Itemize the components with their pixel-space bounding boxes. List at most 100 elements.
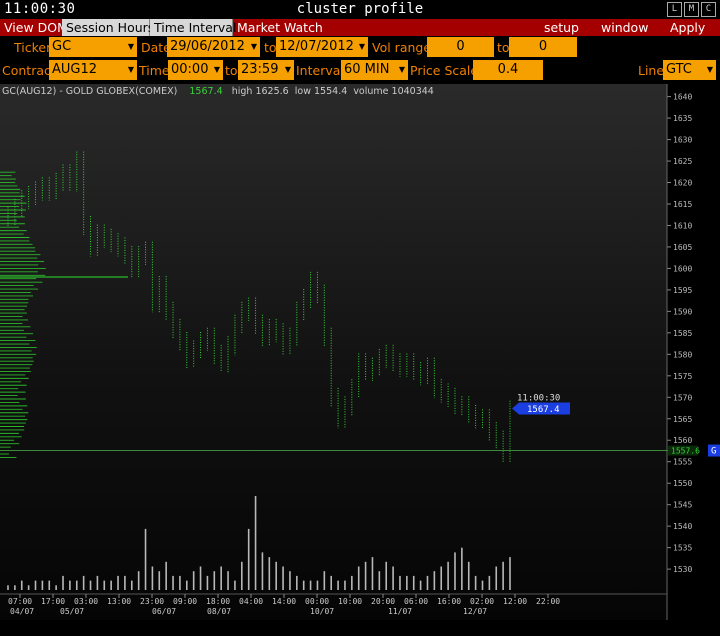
date-to-select[interactable]: 12/07/2012 ▼ <box>276 37 368 57</box>
x-date-label: 11/07 <box>388 607 412 616</box>
time-interval-tab[interactable]: Time Interval <box>150 19 236 37</box>
volume-bar <box>14 585 16 590</box>
volume-bar <box>467 561 470 590</box>
time-from-select[interactable]: 00:00 ▼ <box>168 60 223 80</box>
x-date-label: 05/07 <box>60 607 84 616</box>
volume-bar <box>447 561 449 590</box>
apply-button[interactable]: Apply <box>666 19 710 37</box>
price-scale-label: Price Scale <box>410 63 479 78</box>
x-date-label: 06/07 <box>152 607 176 616</box>
x-tick-label: 13:00 <box>107 597 131 606</box>
volume-bar <box>206 575 209 590</box>
time-to-label: to <box>225 63 238 78</box>
volume-bar <box>275 561 277 590</box>
volume-bar <box>378 571 381 590</box>
volume-bar <box>488 575 491 590</box>
form-row-2: Contract AUG12 ▼ Time 00:00 ▼ to 23:59 ▼ In… <box>0 59 720 83</box>
chevron-down-icon: ▼ <box>127 65 134 74</box>
view-dom-tab[interactable]: View DOM <box>0 19 68 37</box>
y-tick-label: 1550 <box>673 479 692 488</box>
y-tick-label: 1580 <box>673 350 692 359</box>
date-to-value: 12/07/2012 <box>279 39 354 54</box>
volume-value: 1040344 <box>391 86 434 97</box>
volume-bar <box>62 575 64 590</box>
ticker-label: Ticker <box>14 40 52 55</box>
contract-select[interactable]: AUG12 ▼ <box>49 60 137 80</box>
y-tick-label: 1540 <box>673 522 692 531</box>
x-tick-label: 12:00 <box>503 597 527 606</box>
gtc-tag-letter: G <box>711 447 716 457</box>
form-row-1: Ticker GC ▼ Date 29/06/2012 ▼ to 12/07/201… <box>0 36 720 60</box>
setup-button[interactable]: setup <box>540 19 584 37</box>
volume-bar <box>110 580 112 590</box>
time-to-select[interactable]: 23:59 ▼ <box>238 60 294 80</box>
volume-bar <box>495 566 498 590</box>
chart-area[interactable]: 1530 1535 1540 1545 1550 1555 1560 1565 1570 1575… <box>0 84 720 632</box>
y-tick-label: 1640 <box>673 93 692 102</box>
interval-select[interactable]: 60 MIN ▼ <box>341 60 408 80</box>
volume-bar <box>282 566 284 590</box>
y-tick-label: 1575 <box>673 372 692 381</box>
date-to-label: to <box>264 40 277 55</box>
volume-bar <box>337 580 339 590</box>
volume-bar <box>20 580 23 590</box>
price-chart[interactable]: 1530 1535 1540 1545 1550 1555 1560 1565 1570 1575… <box>0 84 720 632</box>
session-hours-tab[interactable]: Session Hours <box>62 19 154 37</box>
close-button[interactable]: C <box>701 2 716 17</box>
volume-bar <box>89 580 92 590</box>
volume-bar <box>261 552 264 590</box>
chevron-down-icon: ▼ <box>706 65 713 74</box>
x-tick-label: 03:00 <box>74 597 98 606</box>
y-tick-label: 1555 <box>673 458 692 467</box>
volume-bar <box>392 566 394 590</box>
vol-to-label: to <box>497 40 510 55</box>
chevron-down-icon: ▼ <box>284 65 291 74</box>
chart-info: GC(AUG12) - GOLD GLOBEX(COMEX) 1567.4 hi… <box>2 86 434 97</box>
y-tick-label: 1635 <box>673 114 692 123</box>
minimize-button[interactable]: M <box>684 2 699 17</box>
line-label: Line <box>638 63 665 78</box>
date-from-select[interactable]: 29/06/2012 ▼ <box>167 37 260 57</box>
y-tick-label: 1620 <box>673 179 692 188</box>
low-value: 1554.4 <box>314 86 348 97</box>
volume-bar <box>199 566 202 590</box>
volume-bar <box>103 580 106 590</box>
window-menu-button[interactable]: window <box>597 19 651 37</box>
link-button[interactable]: L <box>667 2 682 17</box>
plot-background <box>0 84 667 620</box>
vol-from-input[interactable]: 0 <box>427 37 494 57</box>
volume-bar <box>144 528 147 590</box>
y-tick-label: 1595 <box>673 286 692 295</box>
volume-bar <box>55 585 57 590</box>
volume-bar <box>179 575 181 590</box>
volume-bar <box>351 575 353 590</box>
market-watch-tab[interactable]: Market Watch <box>233 19 323 37</box>
line-select[interactable]: GTC ▼ <box>663 60 716 80</box>
x-tick-label: 18:00 <box>206 597 230 606</box>
volume-bar <box>426 575 429 590</box>
volume-bar <box>254 496 257 590</box>
current-time-label: 11:00:30 <box>517 393 560 403</box>
y-tick-label: 1560 <box>673 436 692 445</box>
volume-bar <box>296 575 298 590</box>
y-tick-label: 1565 <box>673 415 692 424</box>
y-tick-label: 1585 <box>673 329 692 338</box>
volume-bar <box>96 575 99 590</box>
volume-bar <box>165 561 167 590</box>
price-scale-input[interactable]: 0.4 <box>473 60 543 80</box>
volume-bar <box>406 575 408 590</box>
volume-bar <box>502 561 504 590</box>
contract-value: AUG12 <box>52 62 98 77</box>
instrument-name: GC(AUG12) - GOLD GLOBEX(COMEX) <box>2 86 178 97</box>
chevron-down-icon: ▼ <box>213 65 220 74</box>
volume-bar <box>474 575 477 590</box>
x-date-label: 12/07 <box>463 607 487 616</box>
vol-range-label: Vol range <box>372 40 432 55</box>
volume-bar <box>419 580 422 590</box>
volume-bar <box>454 552 456 590</box>
toolbar: View DOM Session Hours Time Interval Mar… <box>0 19 720 37</box>
vol-to-input[interactable]: 0 <box>509 37 577 57</box>
x-tick-label: 06:00 <box>404 597 428 606</box>
ticker-select[interactable]: GC ▼ <box>49 37 137 57</box>
volume-bar <box>185 580 188 590</box>
